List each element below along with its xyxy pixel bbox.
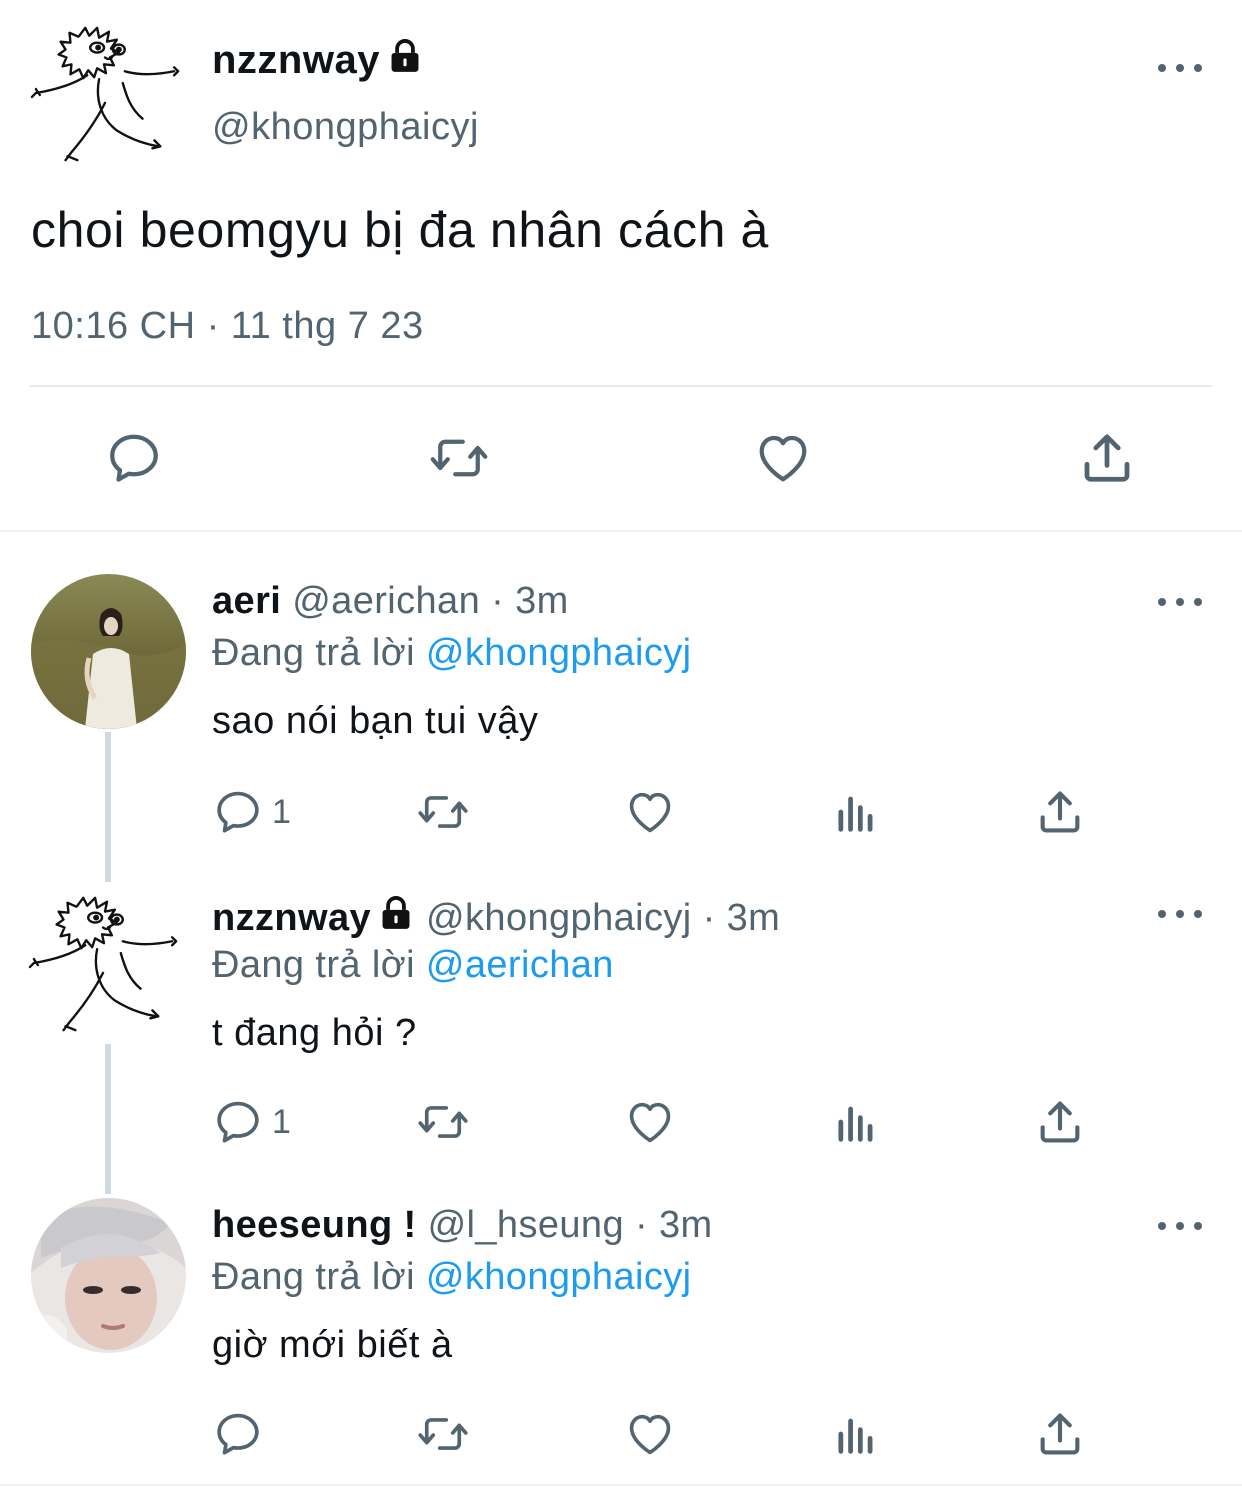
more-icon[interactable] [1158, 592, 1202, 612]
like-icon[interactable] [624, 1408, 676, 1465]
replying-to-link[interactable]: @khongphaicyj [426, 1256, 692, 1298]
separator-dot: · [702, 897, 716, 939]
like-icon[interactable] [624, 1096, 676, 1153]
author-handle[interactable]: @l_hseung [428, 1204, 624, 1246]
retweet-icon[interactable] [414, 1096, 472, 1153]
reply-text: t đang hỏi ? [212, 1012, 417, 1054]
replying-to: Đang trả lời @aerichan [212, 942, 614, 988]
main-tweet-timestamp[interactable]: 10:16 CH · 11 thg 7 23 [31, 303, 424, 349]
author-name[interactable]: nzznway [212, 897, 371, 939]
reply-icon[interactable] [212, 1408, 264, 1465]
share-icon[interactable] [1076, 428, 1138, 493]
views-icon[interactable] [830, 1408, 882, 1465]
reply-count: 1 [272, 1103, 291, 1141]
replying-to-link[interactable]: @khongphaicyj [426, 632, 692, 674]
avatar[interactable] [26, 884, 184, 1042]
author-handle[interactable]: @khongphaicyj [426, 897, 692, 939]
author-name[interactable]: aeri [212, 580, 281, 622]
views-icon[interactable] [830, 786, 882, 843]
thread-line [105, 732, 111, 882]
reply-time[interactable]: 3m [515, 580, 569, 622]
share-icon[interactable] [1034, 786, 1086, 843]
thread-line [105, 1044, 111, 1194]
views-icon[interactable] [830, 1096, 882, 1153]
reply-header: heeseung ! @l_hseung · 3m [212, 1202, 713, 1248]
lock-icon [386, 37, 424, 75]
reply-text: sao nói bạn tui vậy [212, 700, 539, 742]
separator-dot: · [491, 580, 505, 622]
main-tweet-handle[interactable]: @khongphaicyj [212, 104, 479, 150]
retweet-icon[interactable] [426, 428, 492, 493]
main-tweet-avatar[interactable] [28, 14, 186, 172]
like-icon[interactable] [624, 786, 676, 843]
more-icon[interactable] [1158, 1216, 1202, 1236]
separator-dot: · [634, 1204, 649, 1246]
reply-time[interactable]: 3m [727, 897, 781, 939]
author-handle[interactable]: @aerichan [292, 580, 480, 622]
reply-count: 1 [272, 793, 291, 831]
retweet-icon[interactable] [414, 786, 472, 843]
reply-text: giờ mới biết à [212, 1324, 453, 1366]
share-icon[interactable] [1034, 1408, 1086, 1465]
replying-to: Đang trả lời @khongphaicyj [212, 1254, 692, 1300]
like-icon[interactable] [752, 428, 814, 493]
retweet-icon[interactable] [414, 1408, 472, 1465]
avatar[interactable] [31, 1198, 186, 1353]
share-icon[interactable] [1034, 1096, 1086, 1153]
reply-icon[interactable] [212, 786, 264, 843]
replying-to: Đang trả lời @khongphaicyj [212, 630, 692, 676]
replying-prefix: Đang trả lời [212, 1256, 415, 1298]
more-icon[interactable] [1158, 904, 1202, 924]
replying-prefix: Đang trả lời [212, 944, 415, 986]
avatar[interactable] [31, 574, 186, 729]
replying-prefix: Đang trả lời [212, 632, 415, 674]
author-name: nzznway [212, 38, 380, 82]
main-tweet-author[interactable]: nzznway [212, 36, 424, 84]
reply-header: aeri @aerichan · 3m [212, 578, 569, 624]
reply-icon[interactable] [104, 428, 164, 493]
replying-to-link[interactable]: @aerichan [426, 944, 614, 986]
more-icon[interactable] [1158, 58, 1202, 78]
reply-icon[interactable] [212, 1096, 264, 1153]
author-name[interactable]: heeseung ! [212, 1204, 417, 1246]
divider [0, 530, 1242, 532]
divider [0, 1484, 1242, 1486]
lock-icon [377, 894, 415, 932]
reply-header: nzznway @khongphaicyj · 3m [212, 894, 780, 941]
reply-time[interactable]: 3m [659, 1204, 713, 1246]
main-tweet-text: choi beomgyu bị đa nhân cách à [31, 202, 769, 258]
divider [30, 385, 1212, 387]
